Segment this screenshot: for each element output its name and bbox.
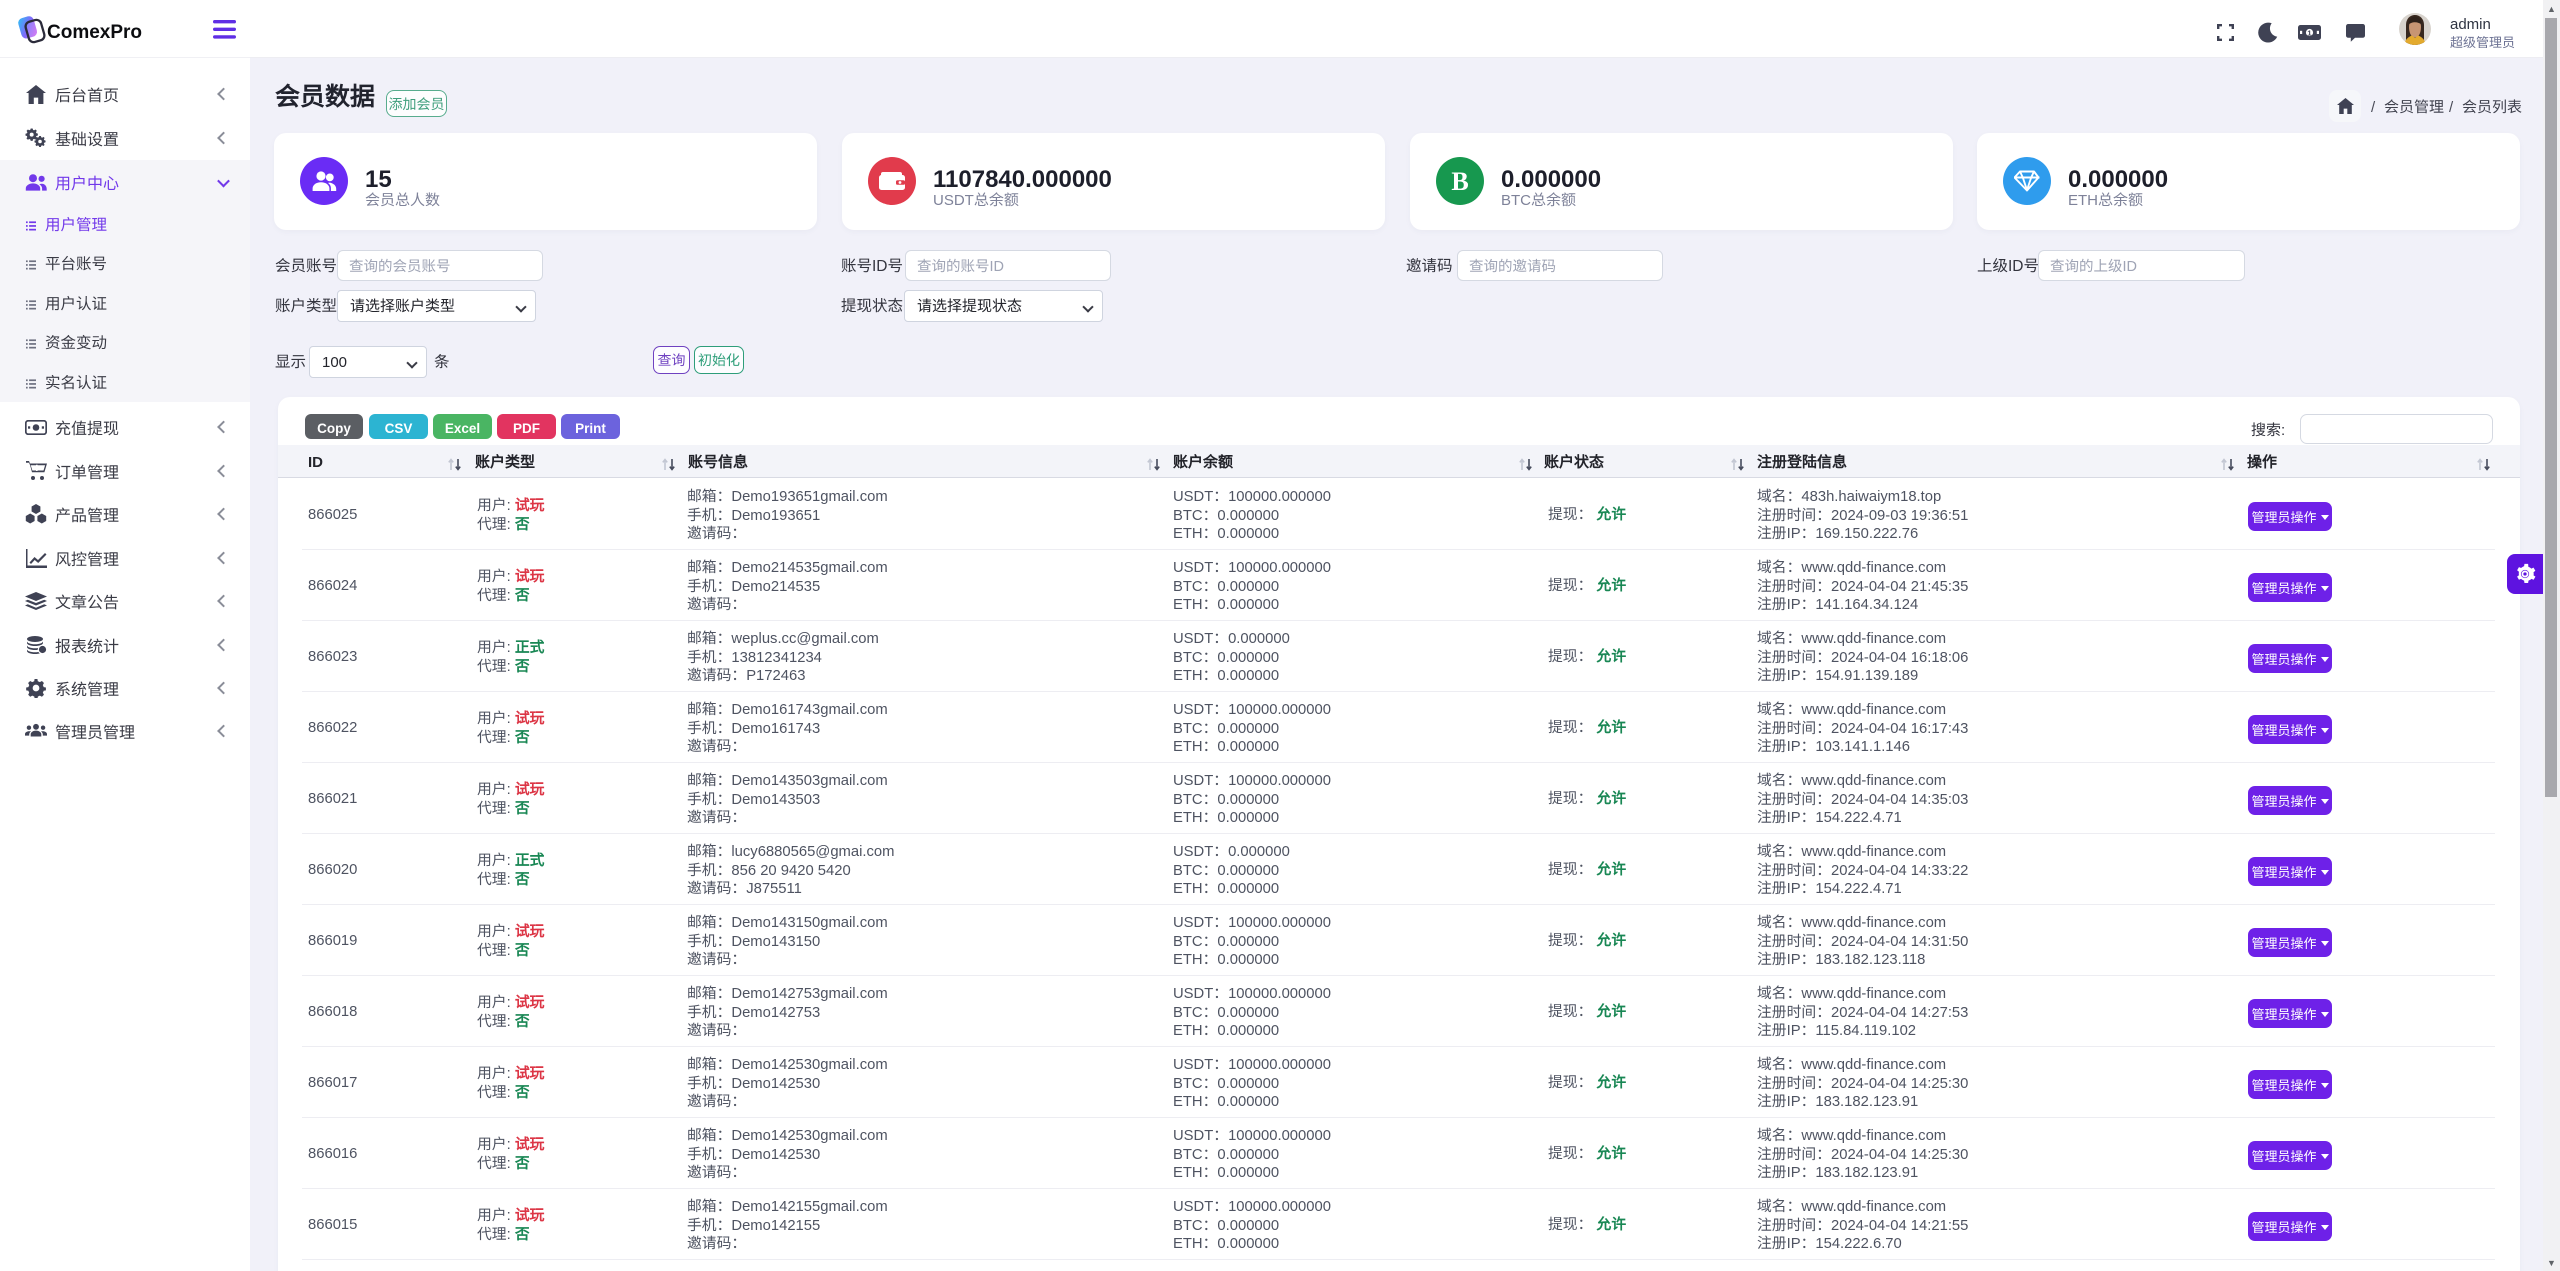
svg-text:1: 1	[2307, 27, 2311, 38]
svg-text:B: B	[1451, 168, 1468, 194]
